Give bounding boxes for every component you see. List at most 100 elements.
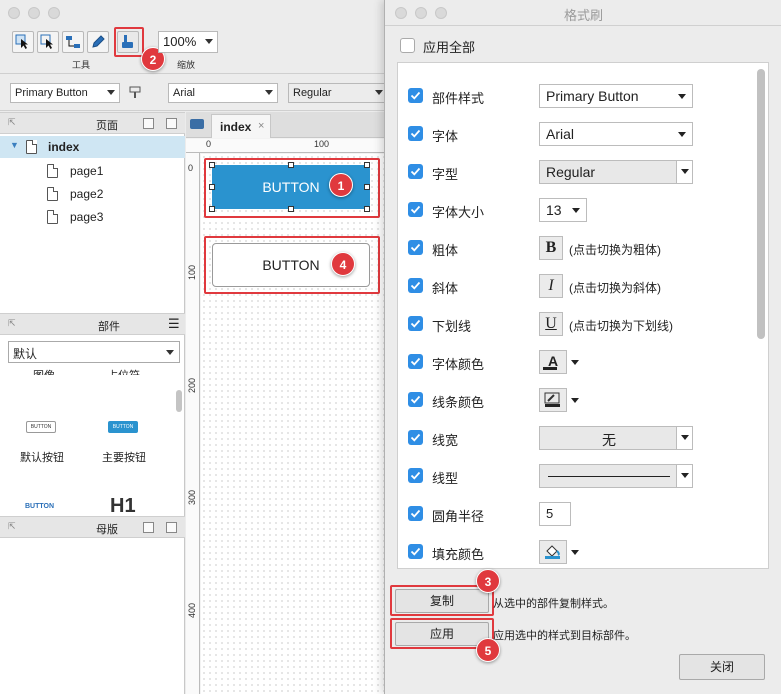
property-row: 线型	[398, 463, 748, 489]
underline-toggle[interactable]: U	[539, 312, 563, 336]
property-checkbox[interactable]	[408, 126, 423, 141]
property-checkbox[interactable]	[408, 202, 423, 217]
select-intersect-tool[interactable]	[12, 31, 34, 53]
link-button-thumb[interactable]: BUTTON	[25, 503, 54, 510]
widgets-scrollbar[interactable]	[176, 390, 182, 412]
widget-library-select[interactable]: 默认	[8, 341, 180, 363]
property-label: 字体大小	[432, 205, 485, 220]
connector-tool[interactable]	[62, 31, 84, 53]
property-dropdown[interactable]: Arial	[539, 122, 693, 146]
property-row: 线宽 无	[398, 425, 748, 451]
italic-toggle[interactable]: I	[539, 274, 563, 298]
property-label: 部件样式	[432, 91, 485, 106]
resize-handle[interactable]	[209, 184, 215, 190]
property-checkbox[interactable]	[408, 164, 423, 179]
close-window-button[interactable]	[8, 7, 20, 19]
masters-panel-header: ⇱ 母版	[0, 516, 185, 538]
property-checkbox[interactable]	[408, 392, 423, 407]
heading1-thumb[interactable]: H1	[110, 495, 136, 515]
property-dropdown[interactable]: 无	[539, 426, 693, 450]
chevron-down-icon[interactable]	[569, 540, 581, 564]
resize-handle[interactable]	[288, 206, 294, 212]
corner-radius-input[interactable]: 5	[539, 502, 571, 526]
resize-handle[interactable]	[209, 206, 215, 212]
line-style-dropdown[interactable]	[539, 464, 693, 488]
menu-icon[interactable]: ☰	[168, 316, 180, 332]
style-brush-icon	[129, 86, 141, 98]
font-weight-select[interactable]: Regular	[288, 83, 388, 103]
check-icon	[410, 281, 421, 290]
tree-row-page1[interactable]: page1	[0, 160, 185, 182]
property-label: 字体颜色	[432, 357, 485, 372]
resize-handle[interactable]	[364, 162, 370, 168]
property-checkbox[interactable]	[408, 316, 423, 331]
primary-button-thumb[interactable]: BUTTON	[108, 421, 138, 433]
property-checkbox[interactable]	[408, 468, 423, 483]
color-picker-button[interactable]	[539, 540, 567, 564]
property-checkbox[interactable]	[408, 506, 423, 521]
property-dropdown[interactable]: Regular	[539, 160, 693, 184]
widget-label-default-button: 默认按钮	[20, 452, 64, 464]
property-dropdown[interactable]: Primary Button	[539, 84, 693, 108]
property-checkbox[interactable]	[408, 278, 423, 293]
scrollbar-thumb[interactable]	[757, 69, 765, 339]
bold-toggle[interactable]: B	[539, 236, 563, 260]
marker-3: 3	[476, 569, 500, 593]
font-select[interactable]: Arial	[168, 83, 278, 103]
color-picker-button[interactable]	[539, 388, 567, 412]
chevron-down-icon[interactable]	[569, 350, 581, 374]
add-master-icon[interactable]	[143, 522, 154, 533]
property-checkbox[interactable]	[408, 88, 423, 103]
design-canvas[interactable]	[201, 154, 390, 694]
check-icon	[410, 547, 421, 556]
tree-row-index[interactable]: ▼ index	[0, 136, 185, 158]
tab-index[interactable]: index ×	[211, 114, 271, 138]
fill-bucket-icon	[545, 545, 560, 559]
resize-handle[interactable]	[364, 206, 370, 212]
collapse-arrow-icon[interactable]: ⇱	[8, 318, 16, 329]
apply-button[interactable]: 应用	[395, 622, 489, 646]
resize-handle[interactable]	[209, 162, 215, 168]
add-page-icon[interactable]	[143, 118, 154, 129]
check-icon	[410, 395, 421, 404]
tree-row-page2[interactable]: page2	[0, 183, 185, 205]
property-checkbox[interactable]	[408, 430, 423, 445]
zoom-window-button[interactable]	[435, 7, 447, 19]
select-contain-tool[interactable]	[37, 31, 59, 53]
minimize-window-button[interactable]	[28, 7, 40, 19]
property-checkbox[interactable]	[408, 544, 423, 559]
collapse-arrow-icon[interactable]: ⇱	[8, 117, 16, 128]
property-row: 斜体 I (点击切换为斜体)	[398, 273, 748, 299]
property-checkbox[interactable]	[408, 354, 423, 369]
check-icon	[410, 205, 421, 214]
properties-scrollbar[interactable]	[757, 69, 765, 564]
close-icon[interactable]: ×	[258, 120, 264, 132]
tree-row-page3[interactable]: page3	[0, 206, 185, 228]
zoom-select[interactable]: 100%	[158, 31, 218, 53]
minimize-window-button[interactable]	[415, 7, 427, 19]
pages-panel-title: 页面	[96, 120, 118, 132]
pen-icon	[92, 35, 105, 48]
color-picker-button[interactable]: A	[539, 350, 567, 374]
close-window-button[interactable]	[395, 7, 407, 19]
resize-handle[interactable]	[288, 162, 294, 168]
expand-triangle-icon[interactable]: ▼	[10, 140, 19, 150]
style-edit-button[interactable]	[128, 84, 144, 100]
default-button-thumb[interactable]: BUTTON	[26, 421, 56, 433]
pen-tool[interactable]	[87, 31, 109, 53]
zoom-window-button[interactable]	[48, 7, 60, 19]
collapse-arrow-icon[interactable]: ⇱	[8, 521, 16, 532]
sitemap-icon[interactable]	[190, 119, 204, 129]
add-folder-icon[interactable]	[166, 522, 177, 533]
chevron-down-icon[interactable]	[569, 388, 581, 412]
chevron-down-icon	[166, 350, 174, 355]
copy-button[interactable]: 复制	[395, 589, 489, 613]
widget-style-select[interactable]: Primary Button	[10, 83, 120, 103]
add-folder-icon[interactable]	[166, 118, 177, 129]
property-checkbox[interactable]	[408, 240, 423, 255]
close-button[interactable]: 关闭	[679, 654, 765, 680]
apply-all-checkbox[interactable]	[400, 38, 415, 53]
line-color-icon	[544, 392, 560, 407]
font-size-dropdown[interactable]: 13	[539, 198, 587, 222]
resize-handle[interactable]	[364, 184, 370, 190]
